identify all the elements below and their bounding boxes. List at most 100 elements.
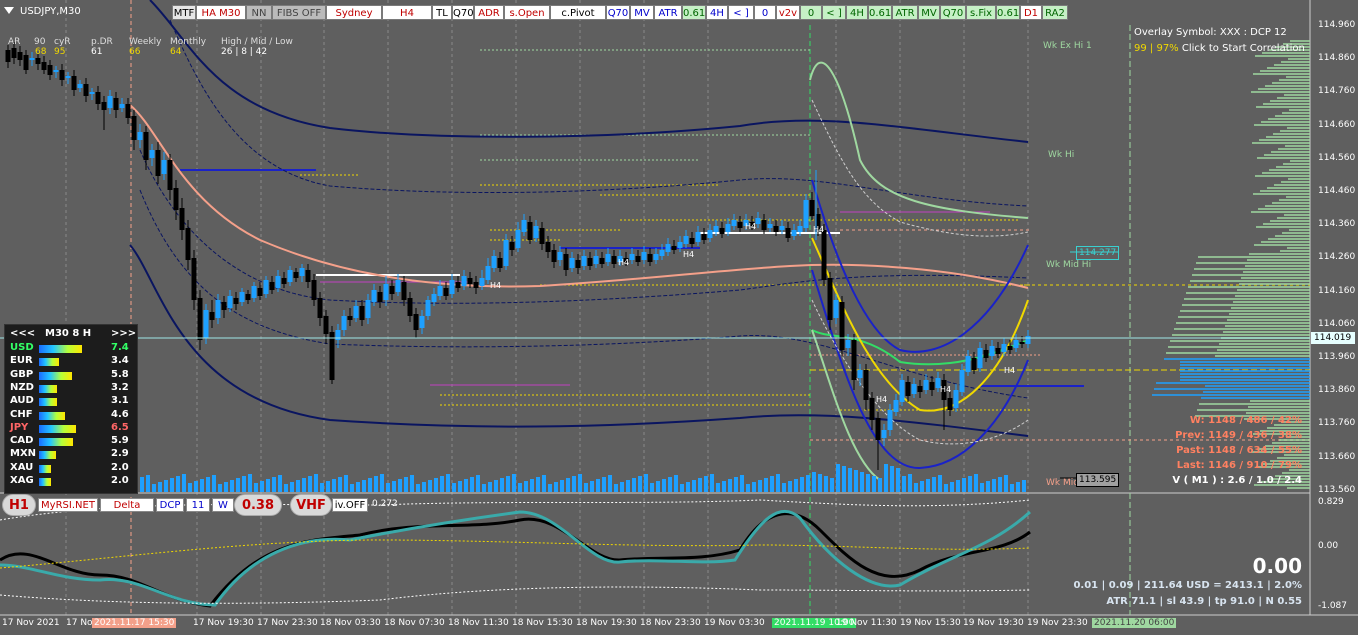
price-axis-label: 114.460	[1318, 186, 1356, 196]
w-button[interactable]: W	[212, 498, 234, 512]
meter-prev-button[interactable]: <<<	[10, 328, 35, 339]
currency-code: GBP	[10, 368, 34, 380]
time-axis-label: 18 Nov 15:30	[512, 618, 573, 628]
h4-marker: H4	[1004, 366, 1016, 375]
strength-row-cad: CAD 5.9	[5, 435, 137, 448]
stat-value-hml: 26 | 8 | 42	[221, 47, 268, 57]
strength-row-eur: EUR 3.4	[5, 355, 137, 368]
time-axis-label: 18 Nov 07:30	[384, 618, 445, 628]
time-axis-label: 18 Nov 03:30	[320, 618, 381, 628]
toolbar-button-24[interactable]: MV	[918, 5, 940, 20]
delta-button[interactable]: Delta	[100, 498, 154, 512]
stat-w: W: 1148 / 486 / 42%	[1189, 415, 1302, 426]
toolbar-button-16[interactable]: < ]	[728, 5, 754, 20]
strength-value: 2.9	[111, 448, 129, 460]
strength-bar	[39, 345, 82, 353]
toolbar-button-23[interactable]: ATR	[892, 5, 918, 20]
toolbar-button-8[interactable]: ADR	[474, 5, 504, 20]
price-axis-label: 113.660	[1318, 451, 1356, 462]
toolbar-button-3[interactable]: FIBS OFF	[272, 5, 326, 20]
toolbar-button-1[interactable]: HA M30	[196, 5, 246, 20]
atr-info: ATR 71.1 | sl 43.9 | tp 91.0 | N 0.55	[1106, 596, 1302, 607]
myrsi-button[interactable]: MyRSI.NET	[38, 498, 98, 512]
strength-row-gbp: GBP 5.8	[5, 369, 137, 382]
currency-code: CAD	[10, 435, 34, 447]
correlation-value: 99 | 97%	[1134, 43, 1179, 54]
toolbar-button-21[interactable]: 4H	[846, 5, 868, 20]
timeframe-h1-badge[interactable]: H1	[2, 494, 36, 516]
toolbar-button-25[interactable]: Q70	[940, 5, 966, 20]
price-axis-label: 113.560	[1318, 484, 1356, 495]
price-chart[interactable]	[0, 0, 1358, 635]
price-axis-label: 114.960	[1318, 20, 1356, 30]
strength-row-aud: AUD 3.1	[5, 395, 137, 408]
wk-hi-label: Wk Hi	[1048, 150, 1075, 160]
vhf-badge[interactable]: VHF	[290, 494, 332, 516]
toolbar-button-15[interactable]: 4H	[706, 5, 728, 20]
price-axis-label: 113.860	[1318, 385, 1356, 396]
toolbar-button-19[interactable]: 0	[800, 5, 822, 20]
period-11-button[interactable]: 11	[186, 498, 210, 512]
big-value: 0.00	[1252, 554, 1302, 578]
strength-bar	[39, 371, 72, 380]
toolbar-button-5[interactable]: H4	[382, 5, 432, 20]
toolbar-button-26[interactable]: s.Fix	[966, 5, 996, 20]
toolbar-button-13[interactable]: ATR	[654, 5, 682, 20]
price-axis-label: 113.760	[1318, 418, 1356, 429]
wk-mid-label: Wk Mid	[1046, 478, 1079, 488]
price-axis-label: 114.660	[1318, 119, 1356, 130]
toolbar-button-0[interactable]: MTF	[172, 5, 196, 20]
toolbar-button-12[interactable]: MV	[630, 5, 654, 20]
currency-code: XAG	[10, 475, 34, 486]
collapse-arrow-icon[interactable]	[4, 7, 14, 14]
indicator-axis-top: 0.829	[1318, 497, 1344, 507]
toolbar-button-9[interactable]: s.Open	[504, 5, 550, 20]
ratio-value-badge[interactable]: 0.38	[234, 494, 282, 516]
iv-off-button[interactable]: iv.OFF	[332, 498, 368, 512]
h4-marker: H4	[813, 225, 825, 234]
stat-value-90: 95	[54, 47, 66, 57]
stat-prev: Prev: 1149 / 436 / 38%	[1175, 430, 1302, 441]
toolbar-button-20[interactable]: < ]	[822, 5, 846, 20]
dcp-button[interactable]: DCP	[156, 498, 184, 512]
toolbar-button-14[interactable]: 0.61	[682, 5, 706, 20]
h4-marker: H4	[876, 395, 888, 404]
currency-code: XAU	[10, 461, 34, 473]
stat-label-monthly: Monthly	[170, 37, 207, 47]
toolbar-button-27[interactable]: 0.61	[996, 5, 1020, 20]
correlation-row[interactable]: 99 | 97% Click to Start Correlation	[1134, 43, 1305, 54]
toolbar-button-7[interactable]: Q70	[452, 5, 474, 20]
start-correlation-link[interactable]: Click to Start Correlation	[1182, 43, 1305, 54]
time-axis-label: 2021.11.17 15:30	[92, 618, 177, 628]
toolbar-button-11[interactable]: Q70	[606, 5, 630, 20]
toolbar-button-29[interactable]: RA2	[1042, 5, 1068, 20]
time-axis-label: 17 Nov 19:30	[193, 618, 254, 628]
time-axis-label: 19 Nov 19:30	[963, 618, 1024, 628]
toolbar-button-22[interactable]: 0.61	[868, 5, 892, 20]
toolbar-button-18[interactable]: v2v	[776, 5, 800, 20]
time-axis-label: 19 Nov 23:30	[1027, 618, 1088, 628]
strength-bar	[39, 398, 57, 407]
toolbar-button-17[interactable]: 0	[754, 5, 776, 20]
time-axis-label: 18 Nov 11:30	[448, 618, 509, 628]
toolbar-button-28[interactable]: D1	[1020, 5, 1042, 20]
currency-code: AUD	[10, 395, 34, 407]
strength-row-nzd: NZD 3.2	[5, 382, 137, 395]
toolbar-button-2[interactable]: NN	[246, 5, 272, 20]
price-axis-label: 114.360	[1318, 219, 1356, 230]
toolbar-button-10[interactable]: c.Pivot	[550, 5, 606, 20]
meter-next-button[interactable]: >>>	[111, 328, 136, 339]
price-axis-label: 114.860	[1318, 53, 1356, 64]
strength-value: 3.1	[111, 395, 129, 407]
time-axis-label: 19 Nov 11:30	[836, 618, 897, 628]
overlay-symbol-text: Overlay Symbol: XXX : DCP 12	[1134, 27, 1287, 38]
h4-marker: H4	[683, 250, 695, 259]
toolbar-button-4[interactable]: Sydney	[326, 5, 382, 20]
stat-label-hml: High / Mid / Low	[221, 37, 293, 47]
time-axis-label: 17 Nov 2021	[2, 618, 60, 628]
strength-row-xag: XAG 2.0	[5, 475, 137, 488]
indicator-axis-zero: 0.00	[1318, 541, 1339, 551]
strength-value: 5.9	[111, 435, 129, 447]
toolbar-button-6[interactable]: TL	[432, 5, 452, 20]
strength-value: 7.4	[111, 342, 129, 353]
